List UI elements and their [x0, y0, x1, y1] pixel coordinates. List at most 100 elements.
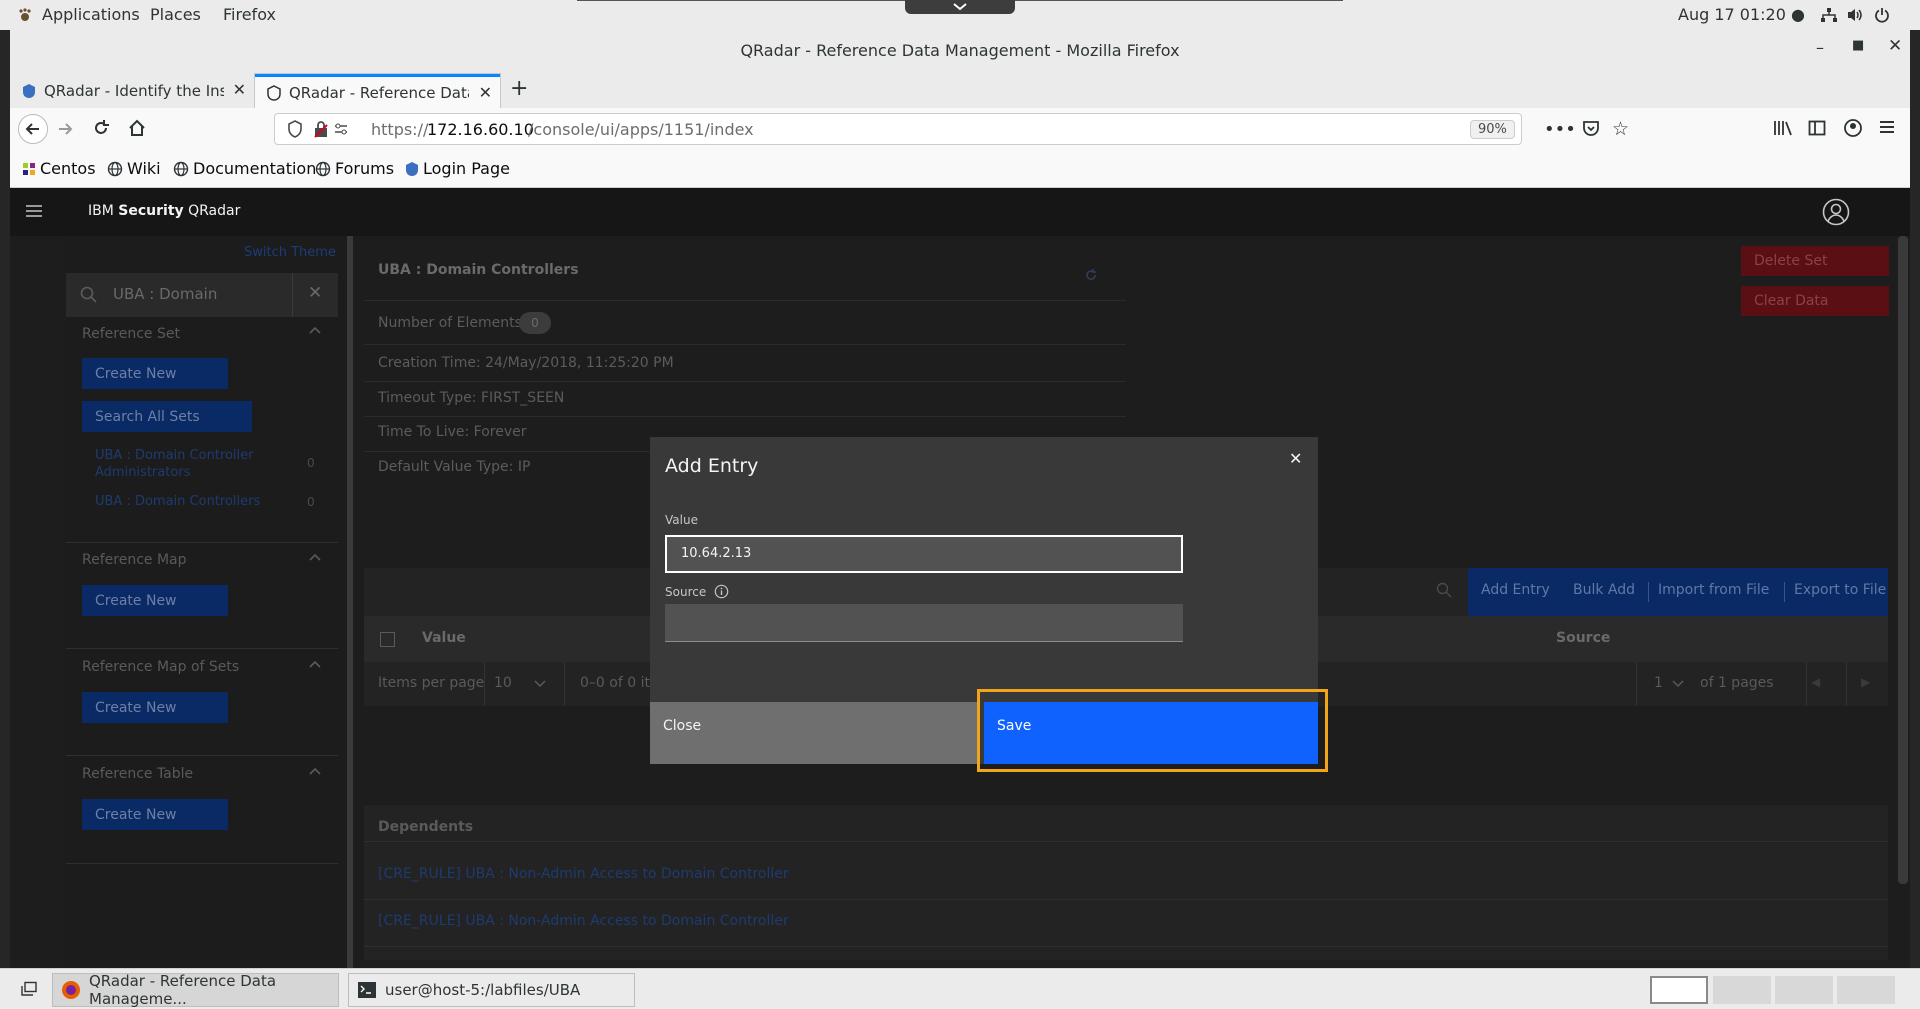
taskbar-terminal[interactable]: user@host-5:/labfiles/UBA: [348, 973, 635, 1007]
user-avatar-icon[interactable]: [1822, 198, 1850, 226]
chevron-up-icon[interactable]: [309, 767, 321, 777]
value-input[interactable]: 10.64.2.13: [665, 535, 1183, 573]
page-actions-icon[interactable]: •••: [1544, 119, 1576, 140]
bookmark-label: Centos: [40, 159, 96, 178]
search-all-sets-button[interactable]: Search All Sets: [82, 401, 252, 432]
create-new-set-button[interactable]: Create New: [82, 358, 228, 389]
workspace-3[interactable]: [1775, 976, 1833, 1004]
content-scrollbar[interactable]: [1898, 236, 1908, 884]
section-reference-set[interactable]: Reference Set: [82, 326, 180, 342]
switch-theme-link[interactable]: Switch Theme: [244, 245, 336, 260]
volume-icon[interactable]: [1846, 7, 1864, 23]
select-all-checkbox[interactable]: [380, 632, 395, 647]
applications-menu[interactable]: Applications: [42, 5, 140, 24]
app-menu-icon[interactable]: [25, 204, 43, 218]
delete-set-button[interactable]: Delete Set: [1741, 246, 1889, 276]
chevron-up-icon[interactable]: [309, 553, 321, 563]
add-entry-action[interactable]: Add Entry: [1481, 582, 1550, 598]
back-icon[interactable]: [18, 114, 48, 144]
insecure-lock-icon[interactable]: [313, 119, 329, 139]
prev-page-icon[interactable]: ◀: [1811, 675, 1820, 689]
dependent-link[interactable]: [CRE_RULE] UBA : Non-Admin Access to Dom…: [378, 913, 789, 929]
firefox-menu[interactable]: Firefox: [223, 5, 276, 24]
modal-close-icon[interactable]: ✕: [1289, 449, 1302, 468]
bookmark-label: Login Page: [423, 159, 510, 178]
table-search-icon[interactable]: [1436, 582, 1452, 598]
chevron-up-icon[interactable]: [309, 326, 321, 336]
tab-close-icon[interactable]: ✕: [479, 83, 492, 102]
info-icon[interactable]: [714, 584, 729, 599]
create-new-map-of-sets-button[interactable]: Create New: [82, 692, 228, 723]
pocket-icon[interactable]: [1582, 119, 1600, 137]
workspace-2[interactable]: [1713, 976, 1771, 1004]
search-input[interactable]: UBA : Domain: [113, 285, 217, 303]
account-icon[interactable]: [1843, 118, 1863, 138]
maximize-icon[interactable]: ■: [1852, 38, 1864, 53]
bookmark-star-icon[interactable]: ☆: [1612, 118, 1629, 140]
clear-data-button[interactable]: Clear Data: [1741, 286, 1889, 316]
set-item-domain-controllers[interactable]: UBA : Domain Controllers: [95, 494, 260, 509]
tab-close-icon[interactable]: ✕: [233, 80, 246, 99]
sidebar-search[interactable]: UBA : Domain ✕: [66, 273, 338, 317]
tab-reference-data[interactable]: QRadar - Reference Data ✕: [255, 74, 500, 108]
hamburger-menu-icon[interactable]: [1878, 118, 1896, 136]
url-bar[interactable]: https:// 172.16.60.10 /console/ui/apps/1…: [274, 113, 1522, 145]
screen-notch-handle[interactable]: [905, 0, 1015, 14]
modal-close-button[interactable]: Close: [650, 702, 980, 764]
show-desktop-icon[interactable]: [20, 981, 38, 997]
workspace-1[interactable]: [1650, 976, 1708, 1004]
reload-icon[interactable]: [92, 119, 110, 137]
tab-strip: QRadar - Identify the Insi ✕ QRadar - Re…: [10, 70, 1910, 108]
tracking-shield-icon[interactable]: [287, 120, 303, 138]
create-new-map-button[interactable]: Create New: [82, 585, 228, 616]
panel-divider[interactable]: [347, 236, 353, 968]
bulk-add-action[interactable]: Bulk Add: [1573, 582, 1635, 598]
network-icon[interactable]: [1820, 7, 1838, 23]
taskbar-firefox[interactable]: QRadar - Reference Data Manageme...: [52, 972, 339, 1008]
clear-search-icon[interactable]: ✕: [308, 283, 322, 303]
time-to-live: Time To Live: Forever: [378, 424, 527, 440]
forward-icon[interactable]: [56, 120, 74, 138]
source-input[interactable]: [665, 604, 1183, 642]
divider: [364, 841, 1888, 842]
tab-identify-insider[interactable]: QRadar - Identify the Insi ✕: [10, 74, 254, 108]
window-close-icon[interactable]: ✕: [1888, 36, 1902, 56]
column-value[interactable]: Value: [422, 630, 466, 646]
divider: [364, 300, 1126, 301]
bookmark-wiki[interactable]: Wiki: [107, 159, 161, 178]
bookmark-documentation[interactable]: Documentation: [173, 159, 316, 178]
page-select[interactable]: 1: [1654, 675, 1663, 691]
next-page-icon[interactable]: ▶: [1861, 675, 1870, 689]
bookmark-centos[interactable]: Centos: [22, 159, 96, 178]
home-icon[interactable]: [127, 118, 147, 138]
places-menu[interactable]: Places: [150, 5, 201, 24]
minimize-icon[interactable]: –: [1816, 38, 1824, 57]
permissions-icon[interactable]: [333, 121, 349, 137]
divider: [364, 416, 1126, 417]
import-from-file-action[interactable]: Import from File: [1658, 582, 1769, 598]
create-new-table-button[interactable]: Create New: [82, 799, 228, 830]
sidebar-toggle-icon[interactable]: [1808, 119, 1826, 137]
column-source[interactable]: Source: [1556, 630, 1610, 646]
section-reference-map[interactable]: Reference Map: [82, 552, 187, 568]
refresh-icon[interactable]: [1084, 268, 1098, 282]
zoom-indicator[interactable]: 90%: [1470, 120, 1515, 139]
section-reference-map-of-sets[interactable]: Reference Map of Sets: [82, 659, 239, 675]
items-per-page-select[interactable]: 10: [494, 675, 512, 691]
dependent-link[interactable]: [CRE_RULE] UBA : Non-Admin Access to Dom…: [378, 866, 789, 882]
clock[interactable]: Aug 17 01:20 ●: [1678, 5, 1805, 24]
divider: [66, 542, 338, 543]
power-icon[interactable]: [1874, 7, 1890, 23]
bookmark-forums[interactable]: Forums: [315, 159, 394, 178]
chevron-down-icon[interactable]: [1672, 680, 1684, 688]
library-icon[interactable]: [1773, 119, 1793, 137]
search-divider: [292, 273, 293, 317]
bookmark-login-page[interactable]: Login Page: [405, 159, 510, 178]
section-reference-table[interactable]: Reference Table: [82, 766, 193, 782]
chevron-down-icon[interactable]: [534, 680, 546, 688]
new-tab-icon[interactable]: +: [510, 76, 528, 101]
chevron-up-icon[interactable]: [309, 660, 321, 670]
set-item-domain-controller-admins[interactable]: UBA : Domain Controller Administrators: [95, 447, 275, 481]
workspace-4[interactable]: [1837, 976, 1895, 1004]
export-to-file-action[interactable]: Export to File: [1794, 582, 1886, 598]
